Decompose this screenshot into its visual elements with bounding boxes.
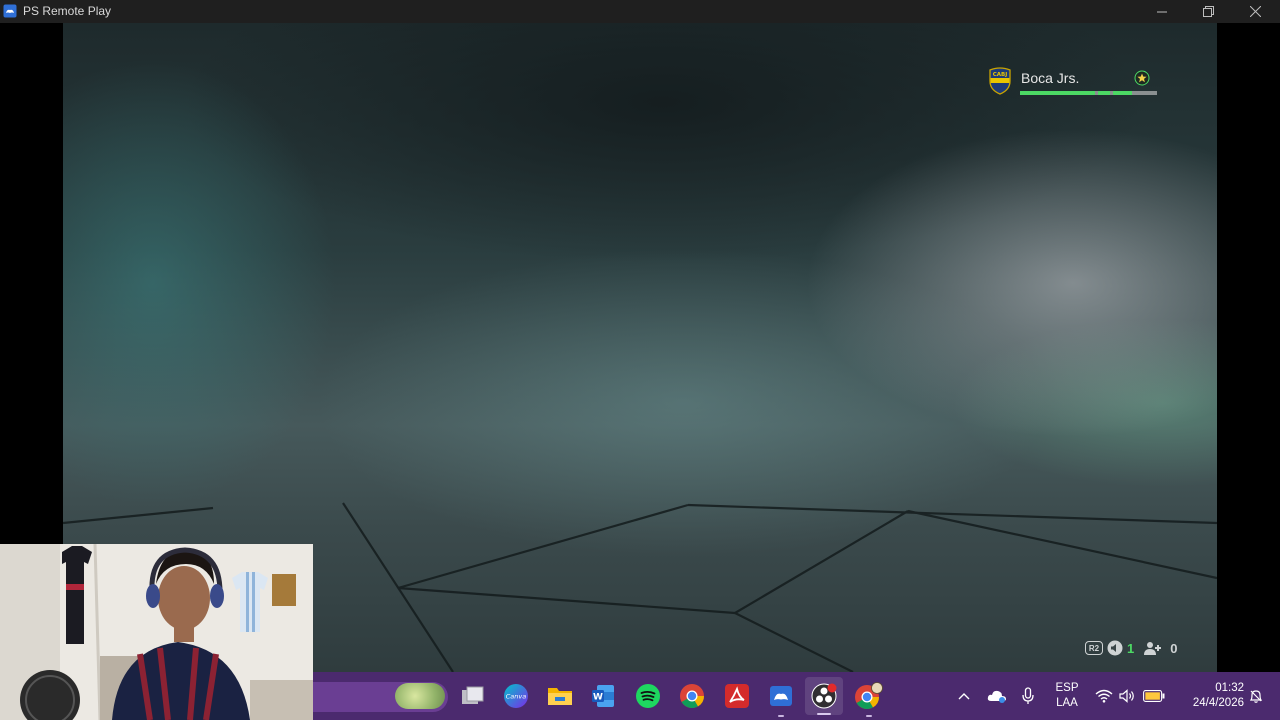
close-icon [1249, 6, 1261, 17]
taskbar-task-view[interactable] [457, 680, 489, 712]
chrome-icon [680, 684, 704, 709]
r2-button-icon: R2 [1085, 641, 1103, 655]
acrobat-icon [725, 684, 749, 708]
taskbar-chrome-profile[interactable] [853, 680, 885, 717]
notifications-button[interactable] [1246, 672, 1266, 720]
ps-remote-play-icon [3, 4, 17, 18]
players-icon [1144, 641, 1162, 655]
language-code: ESP [1055, 682, 1079, 694]
maximize-button[interactable] [1185, 0, 1231, 23]
taskbar-obs[interactable] [805, 677, 843, 715]
battery-icon [1143, 690, 1165, 702]
canva-label: Canva [506, 693, 526, 701]
task-view-icon [462, 686, 484, 704]
wifi-icon [1095, 689, 1113, 703]
canva-icon: Canva [504, 684, 528, 708]
search-highlight-image[interactable] [395, 683, 445, 709]
minimize-icon [1157, 11, 1167, 12]
window-titlebar: PS Remote Play [0, 0, 1280, 23]
chevron-up-icon [958, 693, 970, 700]
volume-button[interactable] [1118, 672, 1138, 720]
minimize-button[interactable] [1139, 0, 1185, 23]
webcam-overlay [0, 544, 313, 720]
crest-label: CABJ [993, 72, 1008, 78]
progress-segment [1098, 91, 1110, 95]
word-icon: W [592, 685, 614, 707]
team-name: Boca Jrs. [1021, 70, 1080, 86]
team-progress-bar [1020, 91, 1157, 95]
green-counter: 1 [1127, 640, 1135, 656]
close-button[interactable] [1232, 0, 1278, 23]
running-indicator [778, 715, 784, 717]
taskbar-word[interactable]: W [587, 680, 619, 712]
window-title: PS Remote Play [23, 4, 112, 18]
microphone-button[interactable] [1020, 672, 1036, 720]
taskbar-ps-remote-play[interactable] [765, 680, 797, 717]
folder-icon [548, 688, 572, 705]
restore-icon [1202, 6, 1214, 17]
players-counter: 0 [1170, 640, 1178, 656]
spotify-icon [636, 684, 660, 708]
cloud-icon [987, 690, 1006, 703]
clock-time: 01:32 [1215, 682, 1244, 694]
taskbar-acrobat[interactable] [721, 680, 753, 712]
word-label: W [593, 693, 603, 703]
progress-segment [1113, 91, 1132, 95]
progress-segment [1020, 91, 1095, 95]
battery-button[interactable] [1142, 672, 1166, 720]
taskbar-chrome[interactable] [676, 680, 708, 712]
team-hud: CABJ Boca Jrs. [988, 67, 1168, 99]
onedrive-button[interactable] [986, 672, 1008, 720]
ps-remote-play-icon [770, 686, 792, 706]
windows-taskbar: Canva W ESP LAA 01:32 24/4/2026 [313, 672, 1280, 720]
keyboard-layout: LAA [1056, 697, 1078, 709]
taskbar-spotify[interactable] [632, 680, 664, 712]
obs-icon [811, 683, 837, 709]
running-indicator [866, 715, 872, 717]
speaker-icon [1119, 689, 1134, 703]
taskbar-canva[interactable]: Canva [500, 680, 532, 712]
active-indicator [817, 713, 831, 715]
webcam-feed [0, 544, 313, 720]
notification-icon [1249, 690, 1263, 703]
show-hidden-icons-button[interactable] [956, 672, 972, 720]
microphone-icon [1022, 687, 1034, 704]
match-hud-bottom: R2 1 0 [1085, 639, 1177, 657]
boca-crest-icon: CABJ [989, 67, 1011, 95]
chrome-profile-icon [855, 682, 883, 710]
wifi-button[interactable] [1094, 672, 1114, 720]
taskbar-file-explorer[interactable] [544, 680, 576, 712]
speaker-icon [1107, 640, 1123, 656]
input-language-button[interactable]: ESP LAA [1050, 672, 1084, 720]
star-badge-icon [1134, 70, 1150, 86]
clock-button[interactable]: 01:32 24/4/2026 [1174, 672, 1244, 720]
clock-date: 24/4/2026 [1192, 697, 1244, 709]
